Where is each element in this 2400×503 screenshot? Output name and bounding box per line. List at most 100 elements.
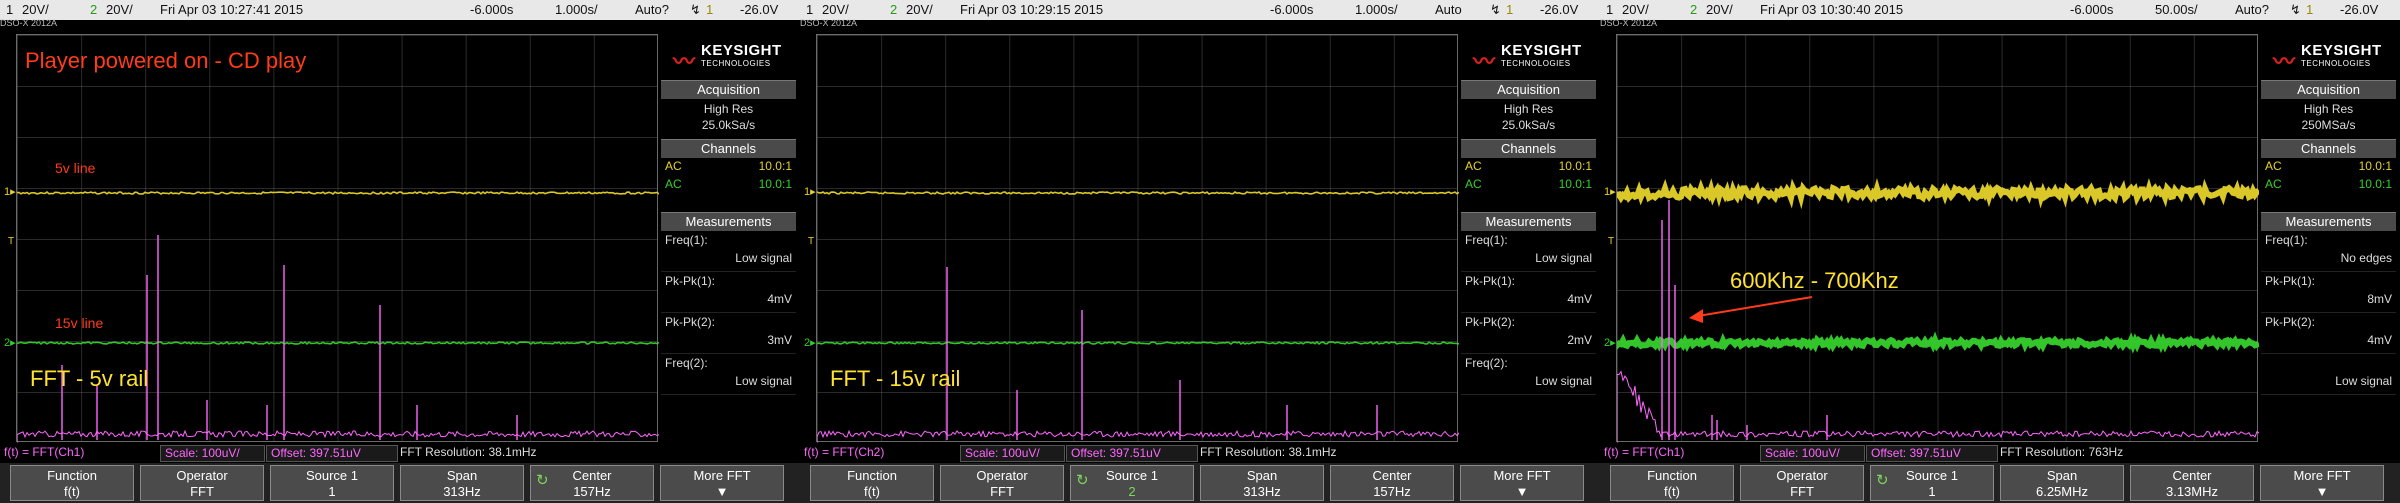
math-scale: Scale: 100uV/ bbox=[1760, 445, 1865, 462]
ch1-probe: 10.0:1 bbox=[758, 159, 792, 173]
softkey-label: Source 1 bbox=[1105, 468, 1159, 483]
acquisition-header[interactable]: Acquisition bbox=[1461, 80, 1596, 99]
channel-1-row[interactable]: AC 10.0:1 bbox=[2261, 158, 2396, 176]
softkey-center[interactable]: Center 3.13MHz bbox=[2130, 465, 2254, 501]
trigger-channel: 1 bbox=[706, 2, 714, 17]
timebase: 1.000s/ bbox=[1355, 2, 1398, 17]
measurements-header[interactable]: Measurements bbox=[1461, 212, 1596, 231]
logo-sub: TECHNOLOGIES bbox=[2301, 59, 2371, 68]
logo-sub: TECHNOLOGIES bbox=[1501, 59, 1571, 68]
softkey-source-1[interactable]: ↻ Source 12 bbox=[1070, 465, 1194, 501]
acquisition-rate: 25.0kSa/s bbox=[701, 118, 756, 132]
softkey-center[interactable]: Center 157Hz bbox=[1330, 465, 1454, 501]
softkey-label: More FFT bbox=[2293, 468, 2351, 483]
softkey-value: f(t) bbox=[1664, 484, 1680, 499]
softkey-value: FFT bbox=[190, 484, 214, 499]
ch1-ground-marker: 1▸ bbox=[804, 186, 816, 198]
rotary-knob-icon: ↻ bbox=[1076, 472, 1089, 489]
softkey-bar: Function f(t) Operator FFT ↻ Source 1 2 Span 313… bbox=[800, 463, 1600, 503]
softkey-span[interactable]: Span 6.25MHz bbox=[2000, 465, 2124, 501]
channel-2-row[interactable]: AC 10.0:1 bbox=[661, 176, 796, 194]
acquisition-header[interactable]: Acquisition bbox=[2261, 80, 2396, 99]
softkey-function[interactable]: Function f(t) bbox=[10, 465, 134, 501]
softkey-more-fft[interactable]: More FFT ▼ bbox=[1460, 465, 1584, 501]
datetime: Fri Apr 03 10:29:15 2015 bbox=[960, 2, 1104, 17]
math-status-bar: f(t) = FFT(Ch2) Scale: 100uV/ Offset: 39… bbox=[800, 443, 1600, 462]
ch1-trace bbox=[817, 191, 1459, 195]
softkey-value: FFT bbox=[1790, 484, 1814, 499]
softkey-value: 313Hz bbox=[1243, 484, 1281, 499]
acquisition-rate: 25.0kSa/s bbox=[1501, 118, 1556, 132]
keysight-logo: 〰 KEYSIGHT TECHNOLOGIES bbox=[2261, 34, 2396, 80]
acquisition-mode: High Res bbox=[1503, 102, 1554, 116]
softkey-source-1[interactable]: Source 11 bbox=[270, 465, 394, 501]
channels-header[interactable]: Channels bbox=[661, 139, 796, 158]
keysight-wave-icon: 〰 bbox=[2273, 49, 2296, 74]
annotation-title: Player powered on - CD play bbox=[25, 48, 307, 73]
fft-trace bbox=[817, 429, 1459, 443]
softkey-value: 1 bbox=[1928, 484, 1936, 499]
ch2-ground-marker: 2▸ bbox=[1604, 337, 1616, 349]
softkey-label: More FFT bbox=[693, 468, 751, 483]
channels-header[interactable]: Channels bbox=[2261, 139, 2396, 158]
acquisition-mode: High Res bbox=[2303, 102, 2354, 116]
measurement-3: Pk-Pk(2): 3mV bbox=[661, 313, 796, 354]
trigger-icon: ↯ bbox=[1490, 2, 1501, 17]
ch1-ground-marker: 1▸ bbox=[1604, 186, 1616, 198]
ch2-coupling: AC bbox=[2265, 177, 2282, 191]
channel-2-row[interactable]: AC 10.0:1 bbox=[1461, 176, 1596, 194]
trigger-level-marker: T bbox=[1608, 236, 1615, 247]
channels-header[interactable]: Channels bbox=[1461, 139, 1596, 158]
channel-1-row[interactable]: AC 10.0:1 bbox=[661, 158, 796, 176]
math-function-label: f(t) = FFT(Ch2) bbox=[804, 445, 885, 459]
softkey-more-fft[interactable]: More FFT ▼ bbox=[2260, 465, 2384, 501]
softkey-label: Operator bbox=[976, 468, 1028, 483]
timebase: 50.00s/ bbox=[2155, 2, 2198, 17]
softkey-operator[interactable]: Operator FFT bbox=[1740, 465, 1864, 501]
trigger-level-marker: T bbox=[808, 236, 815, 247]
ch2-scale: 20V/ bbox=[906, 2, 933, 17]
measurement-4: Low signal bbox=[2261, 354, 2396, 395]
channel-1-row[interactable]: AC 10.0:1 bbox=[1461, 158, 1596, 176]
rotary-knob-icon: ↻ bbox=[1876, 472, 1889, 489]
softkey-center[interactable]: ↻ Center 157Hz bbox=[530, 465, 654, 501]
keysight-wave-icon: 〰 bbox=[673, 49, 696, 74]
ch1-coupling: AC bbox=[2265, 159, 2282, 173]
softkey-more-fft[interactable]: More FFT ▼ bbox=[660, 465, 784, 501]
trigger-icon: ↯ bbox=[690, 2, 701, 17]
channel-2-row[interactable]: AC 10.0:1 bbox=[2261, 176, 2396, 194]
trigger-level: -26.0V bbox=[740, 2, 779, 17]
softkey-operator[interactable]: Operator FFT bbox=[940, 465, 1064, 501]
annotation-5v-line: 5v line bbox=[55, 160, 96, 176]
softkey-operator[interactable]: Operator FFT bbox=[140, 465, 264, 501]
ch1-ground-marker: 1▸ bbox=[4, 186, 16, 198]
softkey-value: FFT bbox=[990, 484, 1014, 499]
ch2-trace bbox=[17, 341, 659, 346]
softkey-label: Center bbox=[572, 468, 612, 483]
ch2-probe: 10.0:1 bbox=[1558, 177, 1592, 191]
softkey-span[interactable]: Span 313Hz bbox=[400, 465, 524, 501]
acquisition-mode: High Res bbox=[703, 102, 754, 116]
ch1-number: 1 bbox=[6, 2, 14, 17]
softkey-label: Function bbox=[1647, 468, 1697, 483]
timebase: 1.000s/ bbox=[555, 2, 598, 17]
measurements-header[interactable]: Measurements bbox=[661, 212, 796, 231]
scope-screen-1: 1 20V/ 2 20V/ Fri Apr 03 10:27:41 2015 -… bbox=[0, 0, 800, 503]
annotation-frequency: 600Khz - 700Khz bbox=[1730, 268, 1899, 293]
ch1-coupling: AC bbox=[665, 159, 682, 173]
softkey-function[interactable]: Function f(t) bbox=[810, 465, 934, 501]
softkey-function[interactable]: Function f(t) bbox=[1610, 465, 1734, 501]
fft-resolution: FFT Resolution: 763Hz bbox=[2000, 445, 2124, 459]
more-arrow-icon: ▼ bbox=[2315, 484, 2329, 499]
softkey-bar: Function f(t) Operator FFT ↻ Source 1 1 Span 6.2… bbox=[1600, 463, 2400, 503]
measurements-header[interactable]: Measurements bbox=[2261, 212, 2396, 231]
softkey-source-1[interactable]: ↻ Source 11 bbox=[1870, 465, 1994, 501]
softkey-span[interactable]: Span 313Hz bbox=[1200, 465, 1324, 501]
softkey-label: Span bbox=[446, 468, 478, 483]
ch2-coupling: AC bbox=[1465, 177, 1482, 191]
acquisition-header[interactable]: Acquisition bbox=[661, 80, 796, 99]
ch2-number: 2 bbox=[1690, 2, 1698, 17]
ch2-ground-marker: 2▸ bbox=[4, 337, 16, 349]
ch1-probe: 10.0:1 bbox=[1558, 159, 1592, 173]
softkey-label: Source 1 bbox=[1905, 468, 1959, 483]
